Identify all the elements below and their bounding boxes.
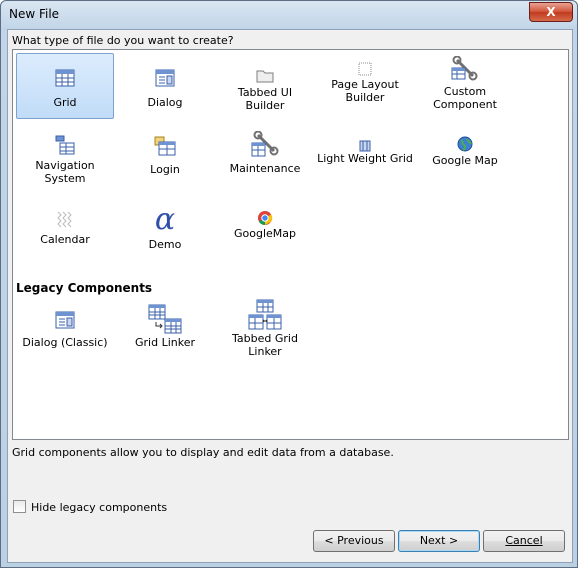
close-icon: X <box>546 5 556 19</box>
item-label: Page Layout Builder <box>331 78 399 104</box>
hide-legacy-label[interactable]: Hide legacy components <box>31 501 167 514</box>
cancel-label: Cancel <box>505 534 543 547</box>
cancel-button[interactable]: Cancel <box>483 530 565 552</box>
item-google-map[interactable]: Google Map <box>416 130 514 198</box>
item-dialog-classic[interactable]: Dialog (Classic) <box>16 303 114 371</box>
item-label: Grid <box>53 96 77 109</box>
globe-icon <box>457 136 473 152</box>
dialog-classic-icon <box>55 311 75 329</box>
chrome-icon <box>258 211 273 226</box>
item-login[interactable]: Login <box>116 130 214 198</box>
light-grid-icon <box>359 140 371 152</box>
new-file-dialog: New File X What type of file do you want… <box>0 0 578 568</box>
item-label: Navigation System <box>35 159 95 185</box>
item-label: Calendar <box>40 233 90 246</box>
item-label: Custom Component <box>433 85 497 111</box>
navigation-icon <box>55 135 75 155</box>
item-grid[interactable]: Grid <box>16 53 114 119</box>
wrench-grid-icon <box>451 56 478 81</box>
item-googlemap[interactable]: GoogleMap <box>216 202 314 270</box>
item-label: Light Weight Grid <box>317 152 413 165</box>
item-grid-linker[interactable]: Grid Linker <box>116 303 214 371</box>
alpha-icon: α <box>154 202 176 237</box>
item-label: Dialog <box>147 96 183 109</box>
item-tabbed-ui-builder[interactable]: Tabbed UI Builder <box>216 53 314 121</box>
item-label: Maintenance <box>229 162 301 175</box>
calendar-icon <box>57 211 72 228</box>
item-tabbed-grid-linker[interactable]: Tabbed Grid Linker <box>216 294 314 366</box>
close-button[interactable]: X <box>529 2 573 22</box>
title-bar[interactable]: New File X <box>1 1 577 29</box>
item-demo[interactable]: α Demo <box>116 202 214 270</box>
file-type-list: Grid Dialog Tabbed UI Builder Page Layou… <box>12 49 569 440</box>
dialog-icon <box>155 69 175 87</box>
item-dialog[interactable]: Dialog <box>116 53 214 121</box>
previous-button[interactable]: < Previous <box>313 530 395 552</box>
item-calendar[interactable]: Calendar <box>16 202 114 270</box>
item-page-layout-builder[interactable]: Page Layout Builder <box>316 53 414 121</box>
next-button[interactable]: Next > <box>398 530 480 552</box>
login-icon <box>154 136 176 156</box>
item-light-weight-grid[interactable]: Light Weight Grid <box>316 130 414 198</box>
dialog-body: What type of file do you want to create?… <box>7 29 573 563</box>
folder-icon <box>256 70 274 83</box>
item-label: Tabbed UI Builder <box>237 86 293 112</box>
item-label: Grid Linker <box>134 336 195 349</box>
prompt-label: What type of file do you want to create? <box>12 34 234 47</box>
item-label: Login <box>150 163 180 176</box>
item-custom-component[interactable]: Custom Component <box>416 53 514 121</box>
hide-legacy-checkbox[interactable] <box>13 500 26 513</box>
item-maintenance[interactable]: Maintenance <box>216 130 314 198</box>
item-label: Demo <box>148 238 182 251</box>
item-label: Tabbed Grid Linker <box>232 332 298 358</box>
item-label: GoogleMap <box>233 227 296 240</box>
window-title: New File <box>9 7 60 21</box>
maintenance-icon <box>251 131 279 157</box>
grid-linker-icon <box>148 304 182 334</box>
item-label: Google Map <box>432 154 498 167</box>
item-description: Grid components allow you to display and… <box>12 446 394 459</box>
legacy-heading: Legacy Components <box>16 281 153 295</box>
item-label: Dialog (Classic) <box>22 336 108 349</box>
dotted-page-icon <box>358 62 372 76</box>
tabbed-grid-linker-icon <box>248 299 282 330</box>
item-navigation-system[interactable]: Navigation System <box>16 130 114 198</box>
grid-icon <box>55 69 75 87</box>
